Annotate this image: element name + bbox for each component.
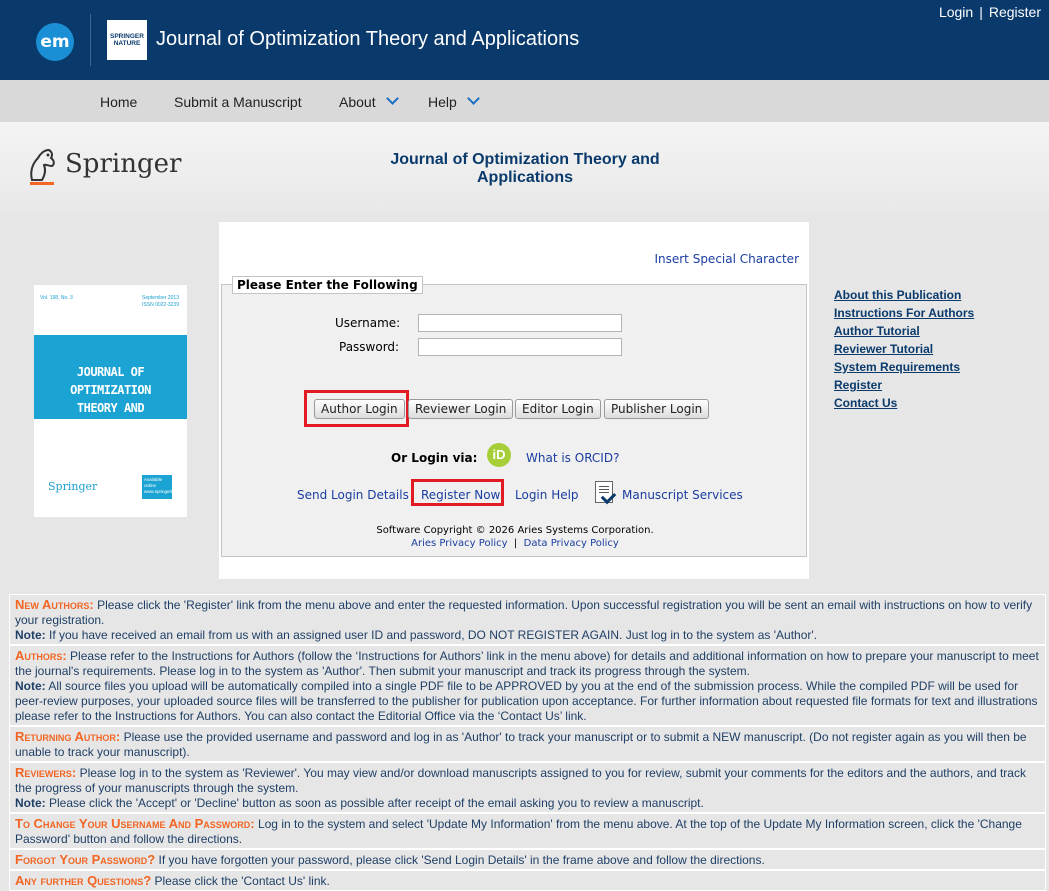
cover-date: September 2013 — [142, 295, 179, 301]
system-requirements-link[interactable]: System Requirements — [834, 358, 974, 376]
horse-icon — [30, 148, 55, 185]
cover-issn: September 2013 ISSN 0022-3239 — [142, 295, 179, 309]
authors-note: All source files you upload will be auto… — [15, 679, 1038, 723]
chevron-down-icon — [385, 92, 399, 105]
link-separator: | — [979, 4, 983, 20]
banner-title-line1: Journal of Optimization Theory and — [390, 151, 660, 168]
account-links: Login | Register — [939, 4, 1041, 20]
authors-section: Authors: Please refer to the Instruction… — [10, 646, 1045, 727]
journal-cover: Vol. 198, No. 3 September 2013 ISSN 0022… — [34, 285, 188, 517]
chevron-down-icon — [466, 92, 480, 105]
cover-title: JOURNAL OF OPTIMIZATION THEORY AND APPLI… — [34, 335, 187, 433]
springer-logo: Springer — [24, 146, 181, 186]
returning-author-section: Returning Author: Please use the provide… — [10, 727, 1045, 763]
reviewers-note: Please click the 'Accept' or 'Decline' b… — [45, 796, 704, 810]
springer-wordmark: Springer — [65, 149, 182, 179]
login-fieldset: Please Enter the Following Username: Pas… — [221, 276, 808, 557]
reviewers-heading: Reviewers: — [15, 765, 77, 780]
returning-author-text: Please use the provided username and pas… — [15, 730, 1027, 759]
authors-text: Please refer to the Instructions for Aut… — [15, 649, 1039, 678]
cover-issn-number: ISSN 0022-3239 — [142, 302, 179, 308]
register-link-side[interactable]: Register — [834, 376, 974, 394]
new-authors-text: Please click the 'Register' link from th… — [15, 598, 1033, 627]
insert-special-character-link[interactable]: Insert Special Character — [654, 252, 799, 266]
reviewers-text: Please log in to the system as 'Reviewer… — [15, 766, 1026, 795]
instructions-box: New Authors: Please click the 'Register'… — [9, 594, 1046, 891]
change-credentials-heading: To Change Your Username And Password: — [15, 816, 255, 831]
about-publication-link[interactable]: About this Publication — [834, 286, 974, 304]
login-panel: Insert Special Character Please Enter th… — [219, 222, 809, 579]
nav-submit-manuscript[interactable]: Submit a Manuscript — [174, 94, 302, 110]
cover-title-line1: JOURNAL OF OPTIMIZATION — [70, 365, 151, 397]
nav-help-label: Help — [428, 94, 457, 110]
register-now-link[interactable]: Register Now — [421, 488, 500, 502]
nav-help[interactable]: Help — [428, 92, 480, 110]
banner-journal-title: Journal of Optimization Theory and Appli… — [360, 151, 690, 187]
forgot-password-section: Forgot Your Password? If you have forgot… — [10, 850, 1045, 871]
new-authors-heading: New Authors: — [15, 597, 94, 612]
nav-submit-label: Submit a Manuscript — [174, 94, 302, 110]
note-label: Note: — [15, 679, 46, 693]
login-link[interactable]: Login — [939, 4, 973, 20]
journal-banner: Springer Journal of Optimization Theory … — [0, 122, 1049, 215]
reviewer-login-button[interactable]: Reviewer Login — [408, 399, 514, 419]
policy-links: Aries Privacy Policy | Data Privacy Poli… — [222, 538, 808, 549]
what-is-orcid-link[interactable]: What is ORCID? — [526, 451, 619, 465]
nav-home[interactable]: Home — [100, 94, 137, 110]
further-questions-text: Please click the 'Contact Us' link. — [151, 874, 330, 888]
top-header: em SPRINGER NATURE Journal of Optimizati… — [0, 0, 1049, 80]
username-label: Username: — [335, 316, 401, 330]
main-nav: Home Submit a Manuscript About Help — [0, 80, 1049, 122]
cover-publisher: Springer — [48, 480, 98, 493]
author-login-button[interactable]: Author Login — [314, 399, 405, 419]
password-input[interactable] — [418, 338, 622, 356]
new-authors-note: If you have received an email from us wi… — [45, 628, 818, 642]
password-label: Password: — [339, 340, 400, 354]
new-authors-section: New Authors: Please click the 'Register'… — [10, 595, 1045, 646]
data-privacy-policy-link[interactable]: Data Privacy Policy — [524, 538, 619, 549]
orcid-login-label: Or Login via: — [391, 451, 478, 465]
author-tutorial-link[interactable]: Author Tutorial — [834, 322, 974, 340]
editor-login-button[interactable]: Editor Login — [515, 399, 601, 419]
note-label: Note: — [15, 628, 46, 642]
manuscript-services-link[interactable]: Manuscript Services — [622, 488, 743, 502]
copyright-text: Software Copyright © 2026 Aries Systems … — [376, 525, 654, 536]
login-help-link[interactable]: Login Help — [515, 488, 579, 502]
cover-title-line2: THEORY AND APPLICATIONS — [70, 401, 151, 433]
username-input[interactable] — [418, 314, 622, 332]
contact-us-link[interactable]: Contact Us — [834, 394, 974, 412]
authors-heading: Authors: — [15, 648, 67, 663]
publication-links: About this Publication Instructions For … — [834, 286, 974, 412]
cover-volume: Vol. 198, No. 3 — [40, 295, 73, 301]
springer-nature-logo[interactable]: SPRINGER NATURE — [107, 20, 147, 60]
change-credentials-section: To Change Your Username And Password: Lo… — [10, 814, 1045, 850]
note-label: Note: — [15, 796, 46, 810]
header-divider — [90, 14, 91, 66]
journal-title: Journal of Optimization Theory and Appli… — [156, 28, 580, 50]
banner-title-line2: Applications — [476, 169, 573, 186]
further-questions-heading: Any further Questions? — [15, 873, 152, 888]
reviewer-tutorial-link[interactable]: Reviewer Tutorial — [834, 340, 974, 358]
cover-online-badge: Available online www.springerlink.com — [142, 475, 188, 499]
forgot-password-heading: Forgot Your Password? — [15, 852, 156, 867]
forgot-password-text: If you have forgotten your password, ple… — [155, 853, 765, 867]
policy-separator: | — [513, 538, 518, 549]
nav-home-label: Home — [100, 94, 138, 110]
returning-author-heading: Returning Author: — [15, 729, 121, 744]
register-link[interactable]: Register — [989, 4, 1041, 20]
instructions-for-authors-link[interactable]: Instructions For Authors — [834, 304, 974, 322]
further-questions-section: Any further Questions? Please click the … — [10, 871, 1045, 890]
fieldset-legend: Please Enter the Following — [232, 276, 423, 294]
em-logo[interactable]: em — [36, 23, 74, 61]
reviewers-section: Reviewers: Please log in to the system a… — [10, 763, 1045, 814]
aries-privacy-policy-link[interactable]: Aries Privacy Policy — [411, 538, 507, 549]
orcid-icon[interactable]: iD — [487, 443, 511, 467]
publisher-login-button[interactable]: Publisher Login — [604, 399, 710, 419]
nav-about[interactable]: About — [339, 92, 399, 110]
nav-about-label: About — [339, 94, 376, 110]
send-login-details-link[interactable]: Send Login Details — [297, 488, 409, 502]
